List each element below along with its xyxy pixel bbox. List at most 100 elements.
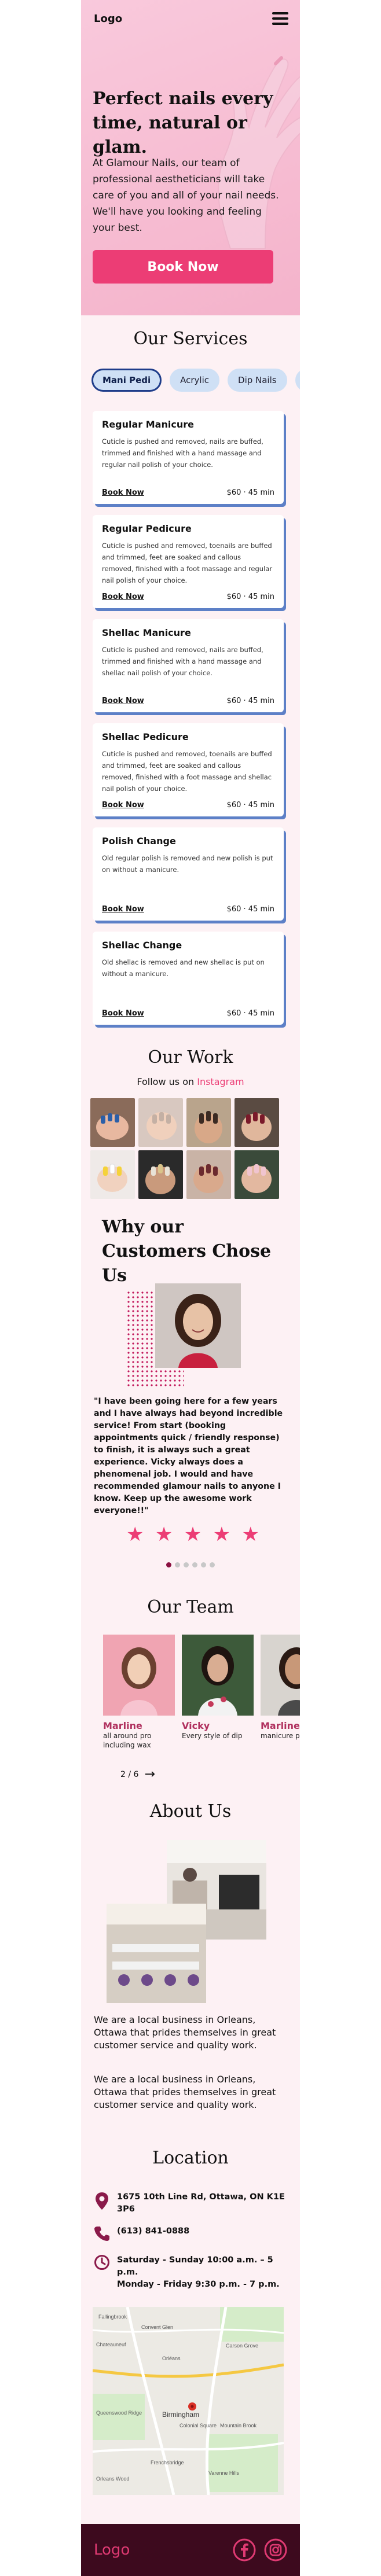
gallery-image[interactable] bbox=[235, 1098, 279, 1147]
team-member-photo bbox=[103, 1635, 175, 1716]
hero-book-now-button[interactable]: Book Now bbox=[93, 250, 273, 284]
map-label: Orleans Wood bbox=[96, 2476, 129, 2482]
service-card: Shellac Manicure Cuticle is pushed and r… bbox=[93, 619, 284, 712]
follow-prefix: Follow us on bbox=[137, 1076, 197, 1087]
slide-dot[interactable] bbox=[166, 1562, 171, 1567]
hamburger-icon[interactable] bbox=[272, 12, 288, 25]
gallery-image[interactable] bbox=[186, 1098, 231, 1147]
map-pin-icon bbox=[96, 2192, 108, 2210]
tab-more[interactable]: A bbox=[295, 369, 300, 392]
salon-stations-image bbox=[107, 1904, 206, 2003]
work-title: Our Work bbox=[148, 1047, 233, 1068]
service-price: $60 · 45 min bbox=[226, 593, 274, 601]
service-cards: Regular Manicure Cuticle is pushed and r… bbox=[93, 411, 284, 1036]
service-description: Cuticle is pushed and removed, nails are… bbox=[102, 646, 263, 677]
gallery-image[interactable] bbox=[90, 1150, 135, 1199]
slide-dot[interactable] bbox=[210, 1562, 215, 1567]
gallery-image[interactable] bbox=[90, 1098, 135, 1147]
about-paragraph: We are a local business in Orleans, Otta… bbox=[94, 2014, 276, 2051]
service-name: Shellac Pedicure bbox=[102, 731, 189, 742]
testimonials-title: Why our Customers Chose Us bbox=[102, 1217, 272, 1286]
star-icon: ★ bbox=[126, 1523, 144, 1545]
team-pager-count: 2 / 6 bbox=[120, 1769, 139, 1779]
gallery-image[interactable] bbox=[235, 1150, 279, 1199]
service-description: Old shellac is removed and new shellac i… bbox=[102, 958, 265, 978]
team-member-name: Marline bbox=[103, 1720, 142, 1731]
service-description: Cuticle is pushed and removed, toenails … bbox=[102, 750, 272, 793]
service-price: $60 · 45 min bbox=[226, 488, 274, 497]
star-icon: ★ bbox=[213, 1523, 231, 1545]
map-label: Varenne Hills bbox=[208, 2470, 239, 2476]
team-member-name: Marline bbox=[261, 1720, 300, 1731]
slide-dot[interactable] bbox=[175, 1562, 180, 1567]
service-book-now-link[interactable]: Book Now bbox=[102, 801, 144, 809]
star-icon: ★ bbox=[241, 1523, 259, 1545]
slide-dot[interactable] bbox=[201, 1562, 206, 1567]
map-label: Carson Grove bbox=[226, 2343, 258, 2349]
star-icon: ★ bbox=[184, 1523, 202, 1545]
service-card: Polish Change Old regular polish is remo… bbox=[93, 827, 284, 921]
team-member-card[interactable]: Marline all around pro including wax bbox=[103, 1635, 175, 1762]
team-member-card[interactable]: Marline manicure pedicure bbox=[261, 1635, 300, 1762]
location-map[interactable]: Fallingbrook Convent Glen Chateauneuf Ca… bbox=[93, 2307, 284, 2495]
team-member-card[interactable]: Vicky Every style of dip bbox=[182, 1635, 254, 1762]
team-member-role: all around pro including wax bbox=[103, 1732, 152, 1749]
customer-portrait bbox=[155, 1283, 241, 1368]
service-book-now-link[interactable]: Book Now bbox=[102, 905, 144, 914]
services-title: Our Services bbox=[133, 329, 248, 349]
tab-dip-nails[interactable]: Dip Nails bbox=[228, 369, 287, 392]
address-row: 1675 10th Line Rd, Ottawa, ON K1E 3P6 bbox=[94, 2191, 291, 2216]
gallery-image[interactable] bbox=[138, 1098, 183, 1147]
service-book-now-link[interactable]: Book Now bbox=[102, 593, 144, 601]
team-title: Our Team bbox=[147, 1597, 234, 1617]
top-nav: Logo bbox=[81, 0, 300, 37]
team-pager: 2 / 6 → bbox=[120, 1767, 155, 1782]
work-gallery bbox=[90, 1098, 287, 1199]
instagram-link[interactable]: Instagram bbox=[197, 1076, 244, 1087]
team-member-name: Vicky bbox=[182, 1720, 210, 1731]
address-text: 1675 10th Line Rd, Ottawa, ON K1E 3P6 bbox=[117, 2192, 285, 2214]
map-label: Orléans bbox=[162, 2356, 181, 2361]
service-book-now-link[interactable]: Book Now bbox=[102, 1009, 144, 1018]
star-icon: ★ bbox=[155, 1523, 173, 1545]
service-book-now-link[interactable]: Book Now bbox=[102, 488, 144, 497]
social-links bbox=[233, 2538, 287, 2562]
arrow-right-icon[interactable]: → bbox=[144, 1767, 155, 1782]
rating-stars: ★ ★ ★ ★ ★ bbox=[126, 1523, 259, 1546]
service-name: Polish Change bbox=[102, 836, 176, 847]
service-description: Cuticle is pushed and removed, toenails … bbox=[102, 542, 273, 584]
team-member-photo bbox=[182, 1635, 254, 1716]
footer-logo[interactable]: Logo bbox=[94, 2541, 130, 2559]
service-name: Regular Manicure bbox=[102, 419, 194, 430]
tab-mani-pedi[interactable]: Mani Pedi bbox=[91, 369, 162, 392]
service-book-now-link[interactable]: Book Now bbox=[102, 697, 144, 705]
slide-dot[interactable] bbox=[192, 1562, 197, 1567]
service-description: Old regular polish is removed and new po… bbox=[102, 854, 273, 874]
page: Perfect nails every time, natural or gla… bbox=[81, 0, 300, 2576]
gallery-image[interactable] bbox=[186, 1150, 231, 1199]
hero-subtitle: At Glamour Nails, our team of profession… bbox=[93, 157, 279, 234]
service-name: Shellac Change bbox=[102, 940, 182, 951]
map-label: Queenswood Ridge bbox=[96, 2410, 142, 2416]
gallery-image[interactable] bbox=[138, 1150, 183, 1199]
nav-logo[interactable]: Logo bbox=[94, 13, 122, 25]
facebook-icon[interactable] bbox=[233, 2538, 256, 2562]
service-price: $60 · 45 min bbox=[226, 697, 274, 705]
tab-acrylic[interactable]: Acrylic bbox=[170, 369, 220, 392]
hours-weekday: Monday - Friday 9:30 p.m. - 7 p.m. bbox=[117, 2280, 280, 2289]
service-card: Shellac Pedicure Cuticle is pushed and r… bbox=[93, 723, 284, 816]
map-label: Fallingbrook bbox=[98, 2314, 127, 2320]
map-label: Mountain Brook bbox=[220, 2423, 257, 2428]
hours-row: Saturday - Sunday 10:00 a.m. – 5 p.m. Mon… bbox=[94, 2254, 291, 2291]
service-card: Regular Pedicure Cuticle is pushed and r… bbox=[93, 515, 284, 608]
hours-weekend: Saturday - Sunday 10:00 a.m. – 5 p.m. bbox=[117, 2255, 273, 2277]
team-member-role: Every style of dip bbox=[182, 1732, 243, 1740]
phone-text[interactable]: (613) 841-0888 bbox=[117, 2225, 189, 2238]
phone-row: (613) 841-0888 bbox=[94, 2225, 291, 2242]
location-title: Location bbox=[152, 2148, 229, 2168]
service-price: $60 · 45 min bbox=[226, 801, 274, 809]
team-carousel: Marline all around pro including wax Vic… bbox=[103, 1635, 300, 1762]
slide-dot[interactable] bbox=[184, 1562, 189, 1567]
hero-section: Perfect nails every time, natural or gla… bbox=[81, 0, 300, 315]
instagram-icon[interactable] bbox=[264, 2538, 287, 2562]
